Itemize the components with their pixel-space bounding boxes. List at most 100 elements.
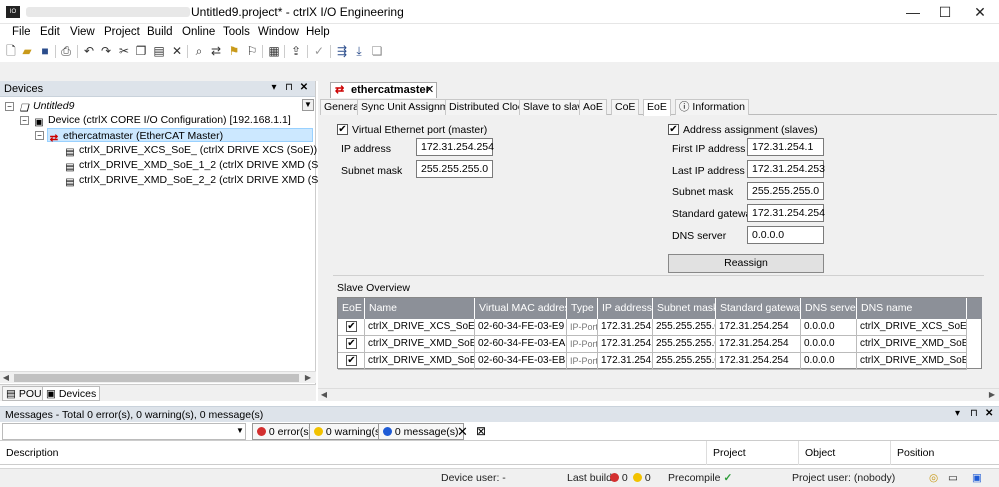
row-eoe-checkbox[interactable]: ✔ bbox=[346, 338, 357, 349]
undo-icon[interactable]: ↶ bbox=[82, 44, 96, 58]
scroll-left-icon[interactable]: ◀ bbox=[0, 372, 12, 384]
row-eoe-checkbox[interactable]: ✔ bbox=[346, 355, 357, 366]
menu-view[interactable]: View bbox=[70, 26, 95, 38]
scroll-right-icon[interactable]: ▶ bbox=[302, 372, 314, 384]
new-file-icon[interactable]: 🗋 bbox=[4, 44, 18, 58]
panel-close-icon[interactable]: ✕ bbox=[985, 408, 993, 419]
tab-information[interactable]: ⓘ Information bbox=[675, 99, 749, 115]
standard-gateway-input[interactable]: 172.31.254.254 bbox=[747, 204, 825, 222]
expander-icon[interactable]: − bbox=[20, 116, 29, 125]
editor-horizontal-scrollbar[interactable]: ◀ ▶ bbox=[318, 388, 999, 400]
col-header-ip[interactable]: IP address bbox=[598, 298, 653, 319]
scroll-left-icon[interactable]: ◀ bbox=[318, 389, 330, 401]
tree-item-device[interactable]: ▣ Device (ctrlX CORE I/O Configuration) [… bbox=[33, 113, 291, 128]
eoe-cell[interactable]: ✔ bbox=[338, 319, 365, 336]
messages-filter-button[interactable]: 0 message(s) bbox=[378, 423, 464, 440]
master-ip-input[interactable]: 172.31.254.254 bbox=[416, 138, 494, 156]
paste-icon[interactable]: ▤ bbox=[152, 44, 166, 58]
delete-icon[interactable]: ✕ bbox=[170, 44, 184, 58]
col-header-eoe[interactable]: EoE bbox=[338, 298, 365, 319]
device-status-icon[interactable]: ▣ bbox=[972, 472, 982, 484]
redo-icon[interactable]: ↷ bbox=[99, 44, 113, 58]
errors-filter-button[interactable]: 0 error(s) bbox=[252, 423, 318, 440]
open-folder-icon[interactable]: ▰ bbox=[20, 44, 34, 58]
cut-icon[interactable]: ✂ bbox=[117, 44, 131, 58]
message-category-select[interactable]: ▼ bbox=[2, 423, 246, 440]
panel-close-icon[interactable]: ✕ bbox=[298, 82, 310, 93]
pin-icon[interactable]: ⊓ bbox=[283, 82, 295, 93]
menu-online[interactable]: Online bbox=[182, 26, 215, 38]
address-assignment-checkbox[interactable]: ✔ bbox=[668, 124, 679, 135]
find-icon[interactable]: ⌕ bbox=[192, 44, 206, 58]
col-header-subnet[interactable]: Subnet mask bbox=[653, 298, 718, 319]
table-row[interactable]: ✔ ctrlX_DRIVE_XMD_SoE_2_2 02-60-34-FE-03… bbox=[338, 353, 983, 370]
menu-tools[interactable]: Tools bbox=[223, 26, 250, 38]
tab-eoe[interactable]: EoE bbox=[643, 99, 671, 116]
build-icon[interactable]: ▦ bbox=[267, 44, 281, 58]
master-subnet-input[interactable]: 255.255.255.0 bbox=[416, 160, 493, 178]
network-icon[interactable]: ▭ bbox=[948, 472, 958, 484]
windows-icon[interactable]: ❏ bbox=[370, 44, 384, 58]
eoe-cell[interactable]: ✔ bbox=[338, 336, 365, 353]
col-header-dns-name[interactable]: DNS name bbox=[857, 298, 967, 319]
panel-menu-icon[interactable]: ▾ bbox=[955, 408, 960, 419]
pin-icon[interactable]: ⊓ bbox=[970, 408, 978, 419]
virtual-ethernet-checkbox[interactable]: ✔ bbox=[337, 124, 348, 135]
tab-devices[interactable]: ▣ Devices bbox=[42, 386, 101, 401]
download-icon[interactable]: ⤓ bbox=[352, 44, 366, 58]
menu-project[interactable]: Project bbox=[104, 26, 140, 38]
clear-messages-icon[interactable]: ✕ bbox=[457, 424, 468, 440]
close-window-button[interactable]: ✕ bbox=[965, 2, 995, 22]
col-header-object[interactable]: Object bbox=[798, 441, 890, 465]
first-ip-input[interactable]: 172.31.254.1 bbox=[747, 138, 824, 156]
menu-build[interactable]: Build bbox=[147, 26, 173, 38]
menu-file[interactable]: File bbox=[12, 26, 31, 38]
print-icon[interactable]: ⎙ bbox=[59, 44, 73, 58]
devices-horizontal-scrollbar[interactable]: ◀ ▶ bbox=[0, 371, 316, 383]
check-icon[interactable]: ✓ bbox=[312, 44, 326, 58]
maximize-button[interactable]: ☐ bbox=[930, 2, 960, 22]
last-ip-input[interactable]: 172.31.254.253 bbox=[747, 160, 825, 178]
warnings-filter-button[interactable]: 0 warning(s) bbox=[309, 423, 389, 440]
tab-aoe[interactable]: AoE bbox=[579, 99, 607, 115]
scroll-right-icon[interactable]: ▶ bbox=[986, 389, 998, 401]
col-header-type[interactable]: Type bbox=[567, 298, 598, 319]
table-row[interactable]: ✔ ctrlX_DRIVE_XMD_SoE_1_2 02-60-34-FE-03… bbox=[338, 336, 983, 353]
col-header-description[interactable]: Description bbox=[0, 441, 706, 465]
expander-icon[interactable]: − bbox=[5, 102, 14, 111]
save-icon[interactable]: ■ bbox=[38, 44, 52, 58]
replace-icon[interactable]: ⇄ bbox=[209, 44, 223, 58]
tree-dropdown-button[interactable]: ▼ bbox=[302, 99, 314, 111]
menu-help[interactable]: Help bbox=[306, 26, 330, 38]
col-header-project[interactable]: Project bbox=[706, 441, 798, 465]
dns-server-input[interactable]: 0.0.0.0 bbox=[747, 226, 824, 244]
table-row[interactable]: ✔ ctrlX_DRIVE_XCS_SoE_ 02-60-34-FE-03-E9… bbox=[338, 319, 983, 336]
tab-coe[interactable]: CoE bbox=[611, 99, 640, 115]
bookmark-next-icon[interactable]: ⚐ bbox=[245, 44, 259, 58]
scroll-thumb[interactable] bbox=[14, 374, 299, 382]
col-header-mac[interactable]: Virtual MAC address bbox=[475, 298, 575, 319]
minimize-button[interactable]: — bbox=[898, 2, 928, 22]
bookmark-icon[interactable]: ⚑ bbox=[227, 44, 241, 58]
tree-item-slave[interactable]: ▤ ctrlX_DRIVE_XCS_SoE_ (ctrlX DRIVE XCS (… bbox=[64, 143, 317, 158]
tree-item-ethercat-master[interactable]: ⇄ ethercatmaster (EtherCAT Master) bbox=[47, 128, 313, 144]
col-header-position[interactable]: Position bbox=[890, 441, 999, 465]
close-tab-icon[interactable]: ✕ bbox=[425, 83, 434, 98]
export-icon[interactable]: ⇪ bbox=[289, 44, 303, 58]
document-tab-ethercatmaster[interactable]: ⇄ ethercatmaster ✕ bbox=[330, 82, 437, 98]
slave-subnet-input[interactable]: 255.255.255.0 bbox=[747, 182, 824, 200]
reassign-button[interactable]: Reassign bbox=[668, 254, 824, 273]
row-eoe-checkbox[interactable]: ✔ bbox=[346, 321, 357, 332]
col-header-gateway[interactable]: Standard gateway bbox=[716, 298, 805, 319]
eoe-cell[interactable]: ✔ bbox=[338, 353, 365, 370]
expander-icon[interactable]: − bbox=[35, 131, 44, 140]
clear-all-icon[interactable]: ⊠ bbox=[476, 424, 486, 438]
menu-window[interactable]: Window bbox=[258, 26, 299, 38]
col-header-name[interactable]: Name bbox=[365, 298, 475, 319]
login-icon[interactable]: ⇶ bbox=[335, 44, 349, 58]
copy-icon[interactable]: ❐ bbox=[134, 44, 148, 58]
tree-item-project[interactable]: ❑ Untitled9 bbox=[18, 99, 75, 114]
panel-menu-icon[interactable]: ▾ bbox=[268, 82, 280, 93]
col-header-dns-server[interactable]: DNS server bbox=[801, 298, 859, 319]
menu-edit[interactable]: Edit bbox=[40, 26, 60, 38]
